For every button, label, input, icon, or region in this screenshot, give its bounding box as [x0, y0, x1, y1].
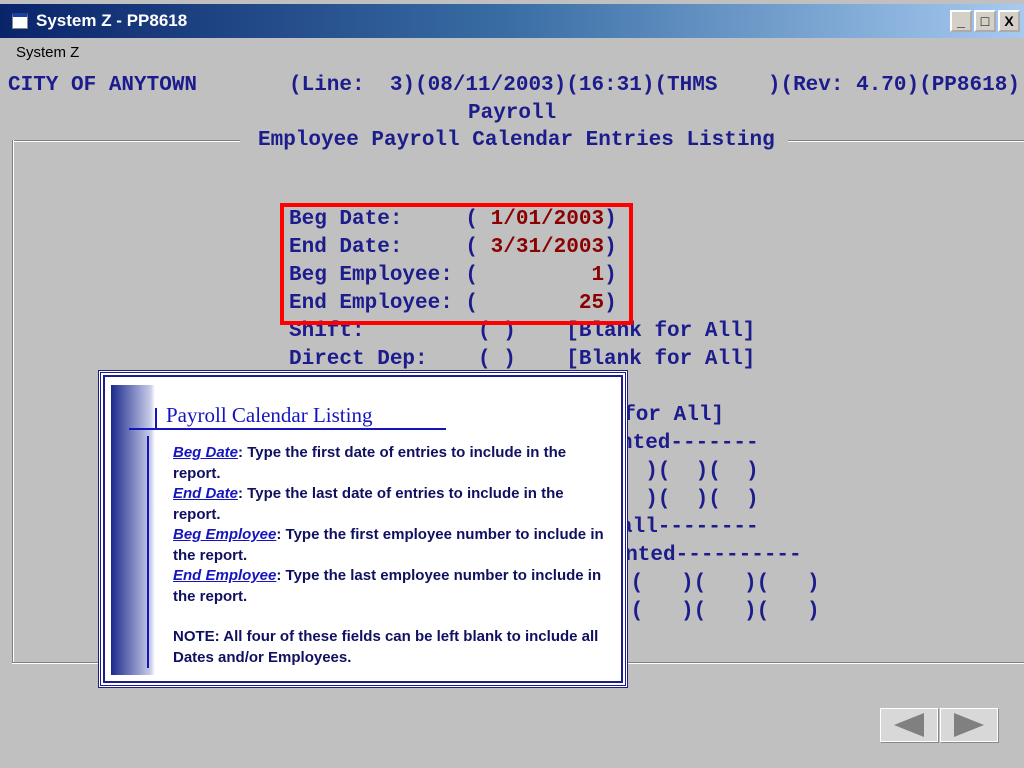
help-item: End Date: Type the last date of entries … [173, 484, 613, 525]
divider [155, 408, 157, 430]
menu-system-z[interactable]: System Z [16, 44, 79, 61]
frame-top-right [788, 140, 1024, 142]
status-line: (Line: 3)(08/11/2003)(16:31)(THMS )(Rev:… [289, 74, 1020, 97]
partial-row: )( )( )( ) [618, 600, 820, 623]
frame-left [12, 140, 14, 664]
help-item: Beg Date: Type the first date of entries… [173, 443, 613, 484]
divider [129, 428, 446, 430]
minimize-button[interactable]: _ [950, 10, 972, 32]
title-bar: System Z - PP8618 _ □ X [0, 4, 1024, 38]
help-term-link[interactable]: Beg Date [173, 444, 238, 461]
partial-row: all-------- [620, 516, 759, 539]
help-popup: Payroll Calendar Listing Beg Date: Type … [98, 370, 628, 688]
form-title: Employee Payroll Calendar Entries Listin… [250, 127, 783, 155]
window-title: System Z - PP8618 [36, 11, 188, 30]
app-icon [12, 13, 28, 29]
frame-top-left [12, 140, 240, 142]
partial-row: )( )( ) [620, 488, 759, 511]
help-item: End Employee: Type the last employee num… [173, 566, 613, 607]
partial-row: rinted---------- [600, 544, 802, 567]
help-term-link[interactable]: End Employee [173, 567, 276, 584]
slide-nav [880, 708, 998, 742]
partial-row: nted------- [620, 432, 759, 455]
arrow-left-icon [894, 713, 924, 737]
divider [147, 436, 149, 668]
help-term-link[interactable]: End Date [173, 485, 238, 502]
module-name: Payroll [468, 102, 557, 125]
help-term-link[interactable]: Beg Employee [173, 526, 276, 543]
help-item: Beg Employee: Type the first employee nu… [173, 525, 613, 566]
partial-row: )( )( ) [620, 460, 759, 483]
popup-body: Beg Date: Type the first date of entries… [173, 443, 613, 668]
next-button[interactable] [940, 708, 998, 742]
org-name: CITY OF ANYTOWN [8, 74, 198, 97]
close-button[interactable]: X [998, 10, 1020, 32]
prev-button[interactable] [880, 708, 938, 742]
maximize-button[interactable]: □ [974, 10, 996, 32]
highlight-box [280, 203, 633, 325]
partial-row: )( )( )( ) [618, 572, 820, 595]
popup-title: Payroll Calendar Listing [166, 403, 373, 427]
popup-note: NOTE: All four of these fields can be le… [173, 628, 599, 666]
arrow-right-icon [954, 713, 984, 737]
